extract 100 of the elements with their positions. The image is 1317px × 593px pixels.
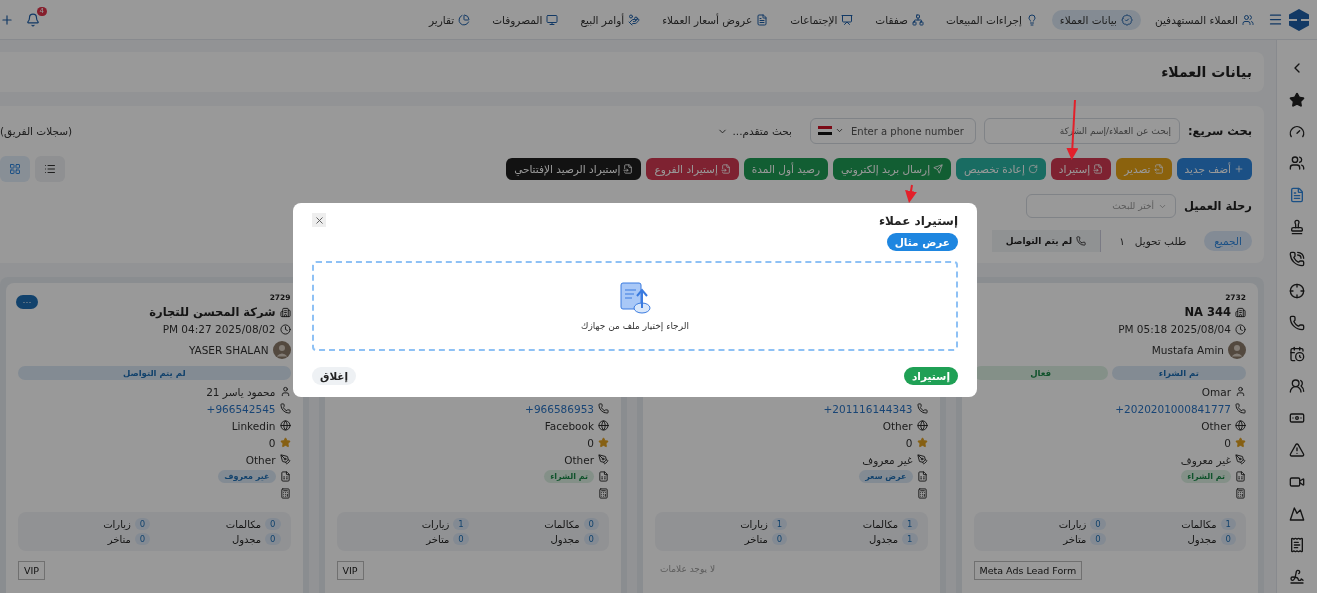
contact-name: Omar: [1201, 385, 1231, 398]
team-records-text: (سجلات الفريق): [0, 125, 73, 137]
phone-link[interactable]: +2020201000841777: [1115, 402, 1231, 415]
action-button[interactable]: أضف جديد: [1176, 158, 1252, 180]
stat-label: مكالمات: [544, 518, 580, 530]
search-label: بحث سريع:: [1187, 124, 1252, 138]
action-button[interactable]: رصيد أول المدة: [743, 158, 828, 180]
crosshair-icon: [1289, 282, 1305, 299]
globe-icon: [279, 420, 291, 431]
phone-field[interactable]: Enter a phone number: [809, 118, 976, 144]
import-button[interactable]: إستيراد: [903, 367, 958, 385]
stat-count: 0: [1090, 518, 1106, 530]
close-icon: [313, 214, 325, 226]
lightbulb-icon: [1025, 13, 1038, 26]
type-text: غير معروف: [1180, 453, 1231, 466]
pen-icon: [598, 454, 609, 465]
stat-count: 1: [771, 518, 788, 530]
globe-icon: [916, 420, 928, 431]
stat-label: متاخر: [107, 533, 131, 545]
deal-tag: غير معروف: [218, 470, 276, 483]
file-dropzone[interactable]: الرجاء إختيار ملف من جهازك: [312, 261, 958, 351]
action-button[interactable]: إرسال بريد إلكتروني: [833, 158, 952, 180]
deal-tag: تم الشراء: [544, 470, 594, 483]
stage-tab[interactable]: طلب تحويل ١: [1109, 231, 1197, 251]
source-text: Other: [1201, 419, 1231, 432]
file-icon: [1093, 164, 1104, 174]
phone-icon: [279, 403, 291, 414]
avatar: [272, 341, 291, 359]
calculator-icon: [1235, 488, 1246, 499]
advanced-search-select[interactable]: بحث متقدم...: [707, 125, 802, 137]
users-icon: [1289, 155, 1305, 172]
source-label: VIP: [18, 561, 46, 580]
nav-tab[interactable]: أوامر البيع: [572, 9, 649, 30]
dropzone-hint: الرجاء إختيار ملف من جهازك: [581, 321, 689, 331]
example-button[interactable]: عرض مثال: [886, 233, 958, 251]
close-button[interactable]: [312, 213, 326, 227]
phone-icon: [916, 403, 928, 414]
stat-count: 0: [134, 518, 151, 530]
stage-tab[interactable]: الجميع: [1204, 231, 1252, 251]
star-icon: [1289, 91, 1305, 108]
annotation-arrow: [905, 184, 917, 203]
owner-name: Mustafa Amin: [1151, 344, 1224, 356]
stage-tab[interactable]: لم يتم التواصل: [991, 230, 1102, 252]
stat-label: زيارات: [1058, 518, 1087, 530]
journey-select[interactable]: أختر للبحث: [1026, 194, 1176, 218]
nav-tab[interactable]: العملاء المستهدفين: [1146, 9, 1262, 30]
action-button[interactable]: إستيراد: [1050, 158, 1112, 180]
nav-tab[interactable]: بيانات العملاء: [1051, 9, 1141, 30]
nav-tab[interactable]: تقارير: [420, 9, 479, 30]
pen-icon: [279, 454, 291, 465]
stat-label: مجدول: [868, 533, 899, 545]
star-icon: [598, 437, 609, 448]
stat-label: زيارات: [740, 518, 768, 530]
contact-name: محمود ياسر 21: [206, 385, 276, 398]
type-text: غير معروف: [862, 453, 913, 466]
nav-tab[interactable]: الإجتماعات: [782, 9, 862, 30]
stat-label: مجدول: [550, 533, 580, 545]
sheet-icon: [279, 471, 291, 482]
nav-tab[interactable]: عروض أسعار العملاء: [654, 9, 777, 30]
calendar-clock-icon: [1289, 346, 1305, 363]
telephone-icon: [1076, 236, 1087, 246]
action-button[interactable]: إستيراد الرصيد الإفتتاحي: [506, 158, 642, 180]
phone-link[interactable]: +966542545: [206, 402, 276, 415]
sheet-icon: [916, 471, 928, 482]
stat-count: 0: [265, 533, 281, 545]
action-button[interactable]: إستيراد الفروع: [646, 158, 739, 180]
phone-link[interactable]: +966586953: [525, 402, 594, 415]
action-button[interactable]: إعادة تخصيص: [956, 158, 1046, 180]
stat-label: مكالمات: [225, 518, 262, 530]
status-pill: تم الشراء: [1111, 366, 1246, 380]
building-icon: [279, 306, 291, 318]
stat-count: 0: [1220, 533, 1236, 545]
nav-tab[interactable]: إجراءات المبيعات: [938, 9, 1046, 30]
nav-tab[interactable]: المصروفات: [484, 9, 567, 30]
plus-icon: [1234, 164, 1244, 174]
stat-label: متاخر: [426, 533, 450, 545]
stage-count: ١: [1119, 235, 1125, 247]
phone-link[interactable]: +201116144343: [823, 402, 913, 415]
star-icon: [916, 437, 928, 448]
type-text: Other: [245, 453, 276, 466]
user-icon: [1235, 386, 1246, 397]
badge-icon: [1120, 13, 1133, 26]
more-button[interactable]: ···: [16, 295, 38, 309]
stat-label: مكالمات: [862, 518, 899, 530]
monitor-icon: [546, 13, 559, 26]
star-icon: [279, 437, 291, 448]
stat-count: 0: [771, 533, 788, 545]
rating-text: 0: [268, 436, 276, 449]
stat-label: مجدول: [231, 533, 262, 545]
grid-icon: [9, 163, 21, 175]
users-icon: [1242, 13, 1254, 26]
list-view-button[interactable]: [35, 156, 65, 182]
owner-name: YASER SHALAN: [188, 344, 269, 356]
warning-icon: [1289, 441, 1305, 458]
grid-view-button[interactable]: [0, 156, 30, 182]
deal-tag: تم الشراء: [1181, 470, 1231, 483]
calculator-icon: [598, 488, 609, 499]
dismiss-button[interactable]: إغلاق: [312, 367, 357, 385]
flag-icon: [817, 126, 832, 135]
nav-tab[interactable]: صفقات: [867, 9, 932, 30]
